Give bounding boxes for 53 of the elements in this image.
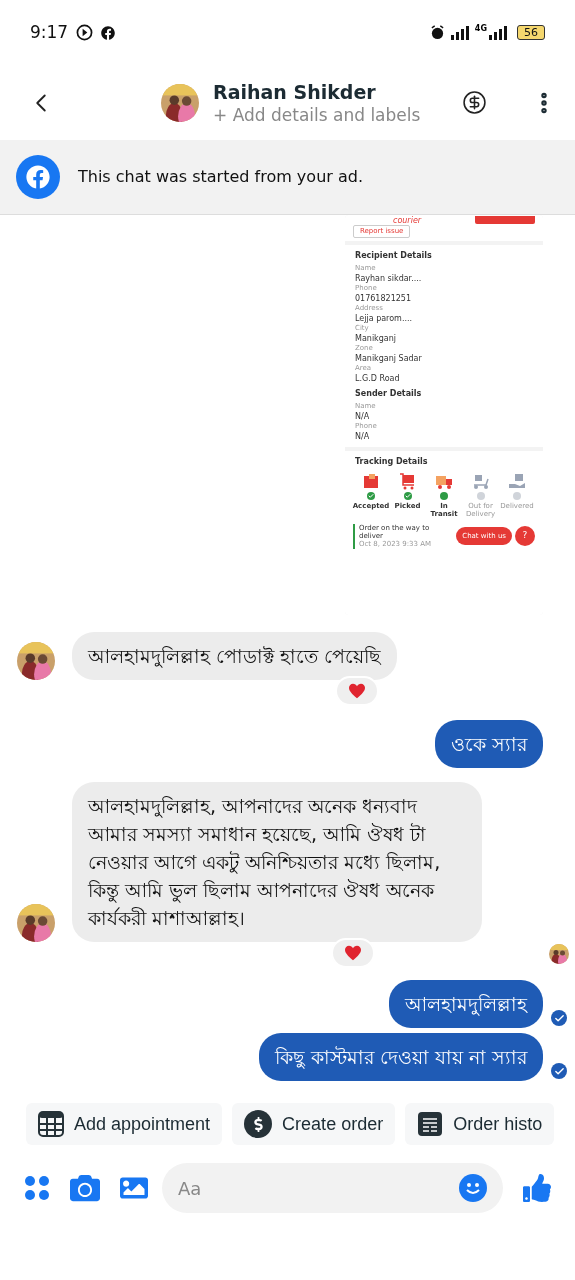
avatar — [17, 904, 55, 942]
field-value: Manikganj — [355, 332, 397, 344]
section-title: Recipient Details — [355, 249, 433, 262]
list-icon — [417, 1111, 444, 1137]
facebook-icon — [16, 155, 60, 199]
signal-icon — [450, 25, 469, 40]
message-input[interactable]: Aa — [178, 1174, 459, 1202]
message-bubble[interactable]: আলহামদুলিল্লাহ, আপনাদের অনেক ধন্যবাদ আমার সমস্যা সমাধান হয়েছে, আমি ঔষধ টা নেওয়ার আগে একটু অনিশ্চিয়তার মধ্যে ছিলাম, কিন্তু আমি ভুল ছিলাম আপনাদের ঔষধ অনেক কার্যকরী মাশাআল্লাহ। — [72, 782, 482, 942]
box-icon — [362, 471, 380, 490]
message-bubble[interactable]: আলহামদুলিল্লাহ পোডাক্ট হাতে পেয়েছি — [72, 632, 398, 680]
hand-icon — [508, 471, 526, 490]
add-details-link[interactable]: + Add details and labels — [213, 103, 421, 126]
signal-icon — [489, 25, 507, 40]
cart-icon — [398, 471, 417, 490]
camera-icon[interactable] — [70, 1173, 100, 1203]
quick-reply-chip[interactable]: Order histo — [405, 1103, 555, 1145]
alarm-icon — [429, 25, 445, 40]
contact-name: Raihan Shikder — [213, 79, 377, 104]
help-button[interactable]: ? — [515, 526, 535, 546]
reaction-badge[interactable] — [335, 676, 379, 706]
message-field[interactable]: Aa — [162, 1163, 503, 1213]
field-value: Manikganj Sadar — [355, 352, 423, 364]
smiley-icon[interactable] — [459, 1174, 487, 1202]
field-value: Lejja parom.... — [355, 312, 414, 324]
field-value: Rayhan sikdar.... — [355, 272, 423, 284]
avatar — [17, 642, 55, 680]
play-circle-icon — [76, 24, 94, 41]
section-title: Sender Details — [355, 387, 423, 400]
calendar-icon — [38, 1111, 64, 1137]
apps-grid-icon[interactable] — [24, 1175, 50, 1201]
message-bubble[interactable]: ওকে স্যার — [434, 720, 543, 768]
field-value: L.G.D Road — [355, 372, 401, 384]
brand-logo: courier — [393, 216, 422, 225]
status-time: 9:17 — [30, 20, 69, 44]
quick-reply-chip[interactable]: Add appointment — [26, 1103, 223, 1145]
message-bubble[interactable]: আলহামদুলিল্লাহ — [389, 980, 543, 1028]
message-bubble[interactable]: কিছু কাস্টমার দেওয়া যায় না স্যার — [258, 1033, 543, 1081]
network-type: 4G — [474, 25, 487, 33]
section-title: Tracking Details — [355, 455, 429, 468]
quick-reply-chip[interactable]: Create order — [232, 1103, 396, 1145]
heart-icon — [344, 945, 362, 961]
field-value: N/A — [355, 410, 371, 422]
like-icon[interactable] — [523, 1174, 551, 1202]
payment-icon[interactable] — [462, 90, 487, 115]
avatar — [549, 944, 569, 964]
battery-indicator: 56 — [517, 25, 545, 40]
heart-icon — [348, 683, 366, 699]
facebook-icon — [101, 25, 116, 40]
dollar-icon — [244, 1110, 273, 1138]
avatar — [161, 83, 199, 122]
banner-text: This chat was started from your ad. — [78, 166, 363, 188]
field-value: 01761821251 — [355, 292, 412, 304]
field-value: N/A — [355, 430, 371, 442]
